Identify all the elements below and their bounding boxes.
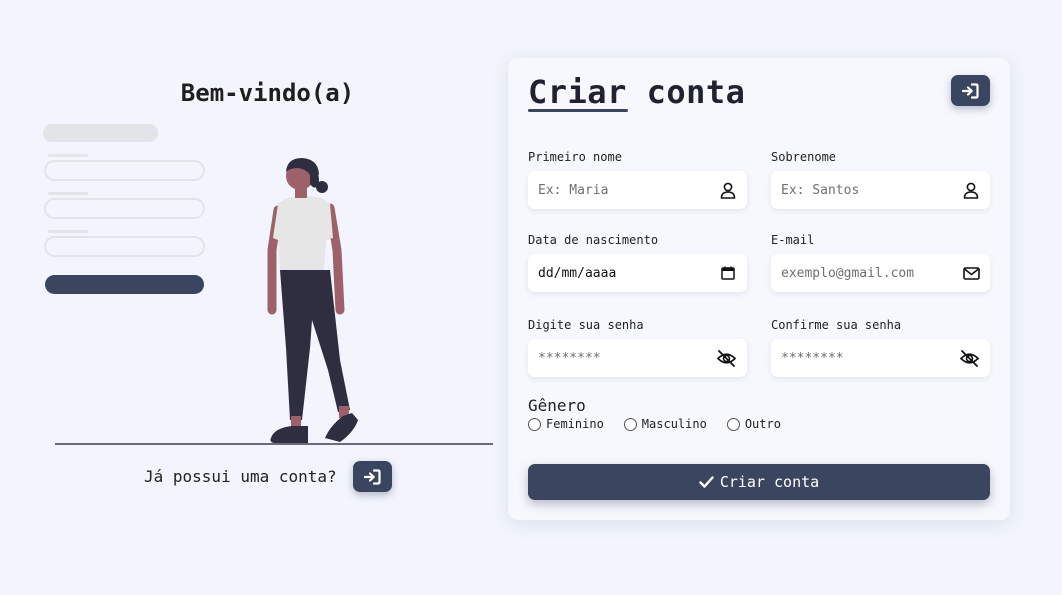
login-prompt: Já possui uma conta?	[144, 461, 392, 492]
password-label: Digite sua senha	[528, 318, 644, 332]
gender-option-label: Masculino	[641, 417, 707, 431]
welcome-title: Bem-vindo(a)	[180, 79, 355, 107]
check-icon	[699, 476, 714, 488]
eye-slash-icon[interactable]	[958, 349, 980, 367]
gender-options: Feminino Masculino Outro	[528, 417, 781, 431]
first-name-box	[528, 171, 747, 209]
birth-date-input[interactable]: dd/mm/aaaa	[528, 254, 747, 292]
confirm-password-label: Confirme sua senha	[771, 318, 902, 332]
first-name-group: Primeiro nome	[528, 150, 747, 209]
password-group: Digite sua senha	[528, 318, 747, 377]
go-to-login-button[interactable]	[352, 461, 392, 492]
gender-radio-feminino[interactable]	[528, 417, 541, 431]
gender-option-feminino[interactable]: Feminino	[528, 417, 604, 431]
last-name-label: Sobrenome	[771, 150, 837, 164]
gender-label: Gênero	[528, 396, 586, 415]
gender-group: Gênero Feminino Masculino Outro	[528, 396, 781, 431]
gender-option-label: Feminino	[546, 417, 604, 431]
gender-radio-outro[interactable]	[726, 417, 740, 431]
login-question: Já possui uma conta?	[144, 467, 337, 486]
user-icon	[719, 181, 737, 199]
create-account-label: Criar conta	[719, 473, 820, 491]
signup-illustration	[43, 124, 493, 445]
calendar-icon[interactable]	[719, 264, 737, 282]
confirm-password-input[interactable]	[781, 350, 958, 366]
confirm-password-box	[771, 339, 990, 377]
gender-option-label: Outro	[744, 417, 781, 431]
email-label: E-mail	[771, 233, 815, 247]
first-name-label: Primeiro nome	[528, 150, 622, 164]
signup-card: Criar conta Primeiro nome Sobrenome Data	[508, 58, 1010, 520]
welcome-panel: Bem-vindo(a) Já possui uma conta?	[40, 60, 500, 510]
eye-slash-icon[interactable]	[715, 349, 737, 367]
create-account-button[interactable]: Criar conta	[528, 464, 990, 500]
password-input[interactable]	[538, 350, 715, 366]
last-name-box	[771, 171, 990, 209]
birth-date-value: dd/mm/aaaa	[538, 265, 617, 281]
last-name-input[interactable]	[781, 182, 962, 198]
user-icon	[962, 181, 980, 199]
title-underline	[528, 109, 628, 112]
header-login-button[interactable]	[951, 75, 990, 106]
gender-radio-masculino[interactable]	[623, 417, 637, 431]
email-group: E-mail	[771, 233, 990, 292]
email-input[interactable]	[781, 265, 962, 281]
sign-in-icon	[363, 468, 381, 485]
envelope-icon	[962, 264, 980, 282]
first-name-input[interactable]	[538, 182, 719, 198]
password-box	[528, 339, 747, 377]
gender-option-masculino[interactable]: Masculino	[623, 417, 707, 431]
form-title: Criar conta	[528, 73, 746, 111]
gender-option-outro[interactable]: Outro	[726, 417, 781, 431]
sign-in-icon	[962, 82, 979, 99]
birth-date-label: Data de nascimento	[528, 233, 659, 247]
birth-date-group: Data de nascimento dd/mm/aaaa	[528, 233, 747, 292]
email-box	[771, 254, 990, 292]
last-name-group: Sobrenome	[771, 150, 990, 209]
confirm-password-group: Confirme sua senha	[771, 318, 990, 377]
